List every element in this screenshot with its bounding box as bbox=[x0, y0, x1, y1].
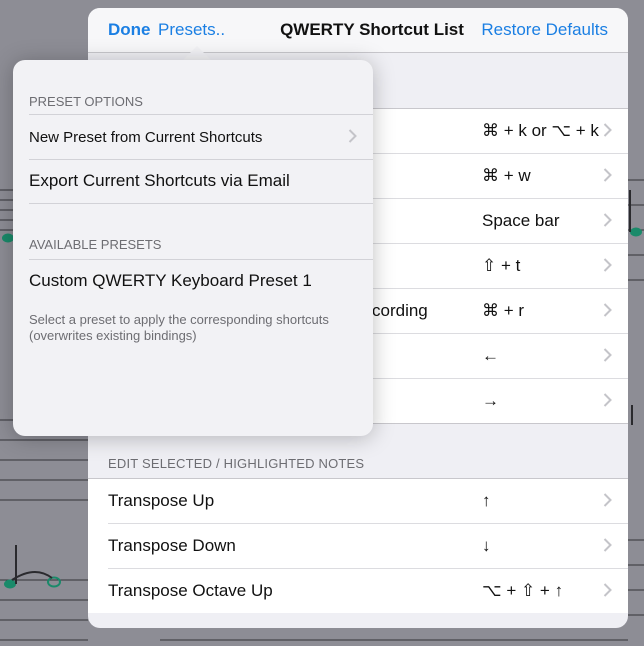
shortcut-label: cording bbox=[372, 301, 428, 320]
navigation-bar: Done Presets.. QWERTY Shortcut List Rest… bbox=[88, 8, 628, 53]
shortcut-label: Transpose Up bbox=[108, 491, 215, 510]
preset-item-label: Custom QWERTY Keyboard Preset 1 bbox=[29, 271, 312, 290]
chevron-right-icon bbox=[603, 123, 612, 137]
new-preset-button[interactable]: New Preset from Current Shortcuts bbox=[29, 115, 373, 160]
restore-defaults-button[interactable]: Restore Defaults bbox=[481, 20, 608, 40]
chevron-right-icon bbox=[603, 348, 612, 362]
shortcut-keys: ⇧ + t bbox=[482, 256, 521, 275]
shortcut-keys: ⌥ + ⇧ + ↑ bbox=[482, 581, 564, 600]
popover-arrow bbox=[183, 46, 211, 60]
shortcut-keys: ⌘ + w bbox=[482, 166, 531, 185]
shortcut-group-edit: Transpose Up ↑ Transpose Down ↓ Transpos… bbox=[88, 478, 628, 613]
preset-options-header: PRESET OPTIONS bbox=[29, 94, 143, 109]
shortcut-keys: Space bar bbox=[482, 211, 560, 230]
shortcut-row-transpose-octave-up[interactable]: Transpose Octave Up ⌥ + ⇧ + ↑ bbox=[108, 569, 628, 613]
chevron-right-icon bbox=[348, 129, 357, 143]
presets-footer-note: Select a preset to apply the correspondi… bbox=[29, 312, 329, 343]
preset-item[interactable]: Custom QWERTY Keyboard Preset 1 bbox=[29, 259, 373, 303]
chevron-right-icon bbox=[603, 583, 612, 597]
shortcut-keys: ↓ bbox=[482, 536, 491, 555]
edit-section-header: EDIT SELECTED / HIGHLIGHTED NOTES bbox=[108, 456, 365, 471]
chevron-right-icon bbox=[603, 493, 612, 507]
shortcut-keys: ⌘ + r bbox=[482, 301, 525, 320]
presets-popover: PRESET OPTIONS New Preset from Current S… bbox=[13, 60, 373, 436]
shortcut-keys: ← bbox=[482, 346, 499, 365]
shortcut-row-transpose-up[interactable]: Transpose Up ↑ bbox=[108, 479, 628, 524]
chevron-right-icon bbox=[603, 303, 612, 317]
shortcut-keys: ↑ bbox=[482, 491, 491, 510]
chevron-right-icon bbox=[603, 258, 612, 272]
chevron-right-icon bbox=[603, 213, 612, 227]
available-presets-header: AVAILABLE PRESETS bbox=[29, 237, 162, 252]
shortcut-label: Transpose Octave Up bbox=[108, 581, 273, 600]
chevron-right-icon bbox=[603, 538, 612, 552]
new-preset-label: New Preset from Current Shortcuts bbox=[29, 129, 263, 146]
shortcut-keys: → bbox=[482, 391, 499, 410]
shortcut-row-transpose-down[interactable]: Transpose Down ↓ bbox=[108, 524, 628, 569]
shortcut-label: Transpose Down bbox=[108, 536, 236, 555]
chevron-right-icon bbox=[603, 393, 612, 407]
export-shortcuts-button[interactable]: Export Current Shortcuts via Email bbox=[29, 159, 373, 204]
export-label: Export Current Shortcuts via Email bbox=[29, 171, 290, 190]
chevron-right-icon bbox=[603, 168, 612, 182]
shortcut-keys: ⌘ + k or ⌥ + k bbox=[482, 121, 599, 140]
